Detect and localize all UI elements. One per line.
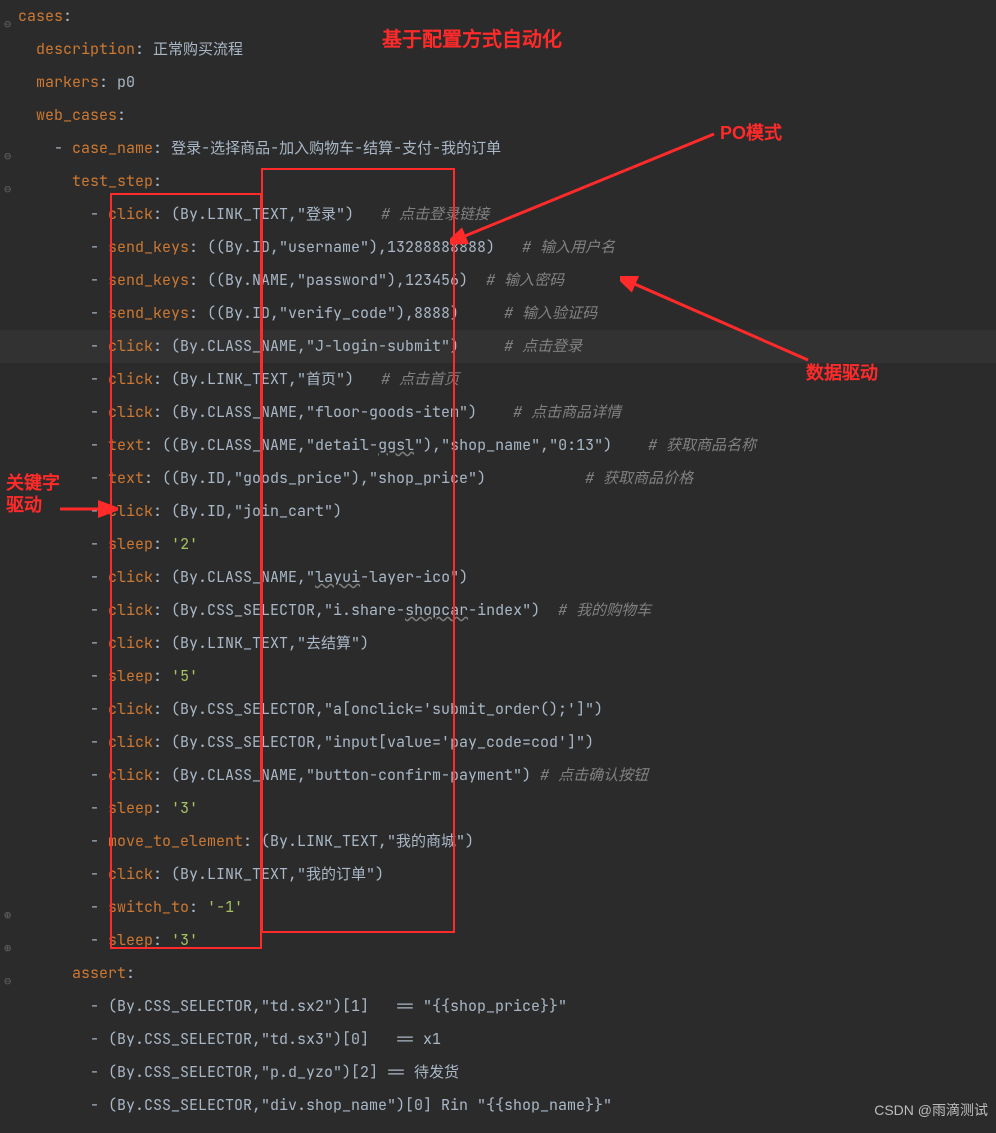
annotation-label-config-auto: 基于配置方式自动化 <box>382 24 562 57</box>
annotation-label-keyword-2: 驱动 <box>6 489 42 522</box>
fold-toggle-icon[interactable]: ⊕ <box>4 899 14 932</box>
fold-toggle-icon[interactable]: ⊖ <box>4 140 14 173</box>
fold-toggle-icon[interactable]: ⊖ <box>4 8 14 41</box>
fold-toggle-icon[interactable]: ⊖ <box>4 173 14 206</box>
fold-toggle-icon[interactable]: ⊖ <box>4 965 14 998</box>
code-block: cases: description: 正常购买流程 markers: p0 w… <box>18 0 756 1122</box>
watermark: CSDN @雨滴测试 <box>874 1094 988 1127</box>
fold-gutter: ⊖⊖⊖⊕⊕⊖ <box>0 0 18 1133</box>
annotation-label-data-driven: 数据驱动 <box>806 357 878 390</box>
annotation-label-po-mode: PO模式 <box>720 117 782 150</box>
code-editor: ⊖⊖⊖⊕⊕⊖ cases: description: 正常购买流程 marker… <box>0 0 996 1133</box>
fold-toggle-icon[interactable]: ⊕ <box>4 932 14 965</box>
